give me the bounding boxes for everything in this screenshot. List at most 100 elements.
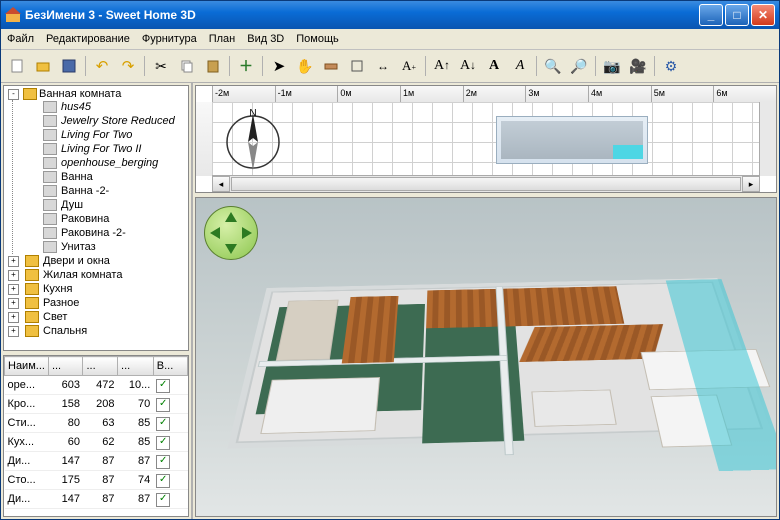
table-row[interactable]: оре...60347210...✓ xyxy=(5,376,188,395)
visible-checkbox[interactable]: ✓ xyxy=(156,493,170,507)
zoom-out-button[interactable]: 🔎 xyxy=(567,54,591,78)
menu-edit[interactable]: Редактирование xyxy=(46,33,130,45)
table-cell: ✓ xyxy=(153,414,187,433)
tree-item[interactable]: Ванна xyxy=(13,170,186,184)
save-button[interactable] xyxy=(57,54,81,78)
scroll-left-button[interactable]: ◂ xyxy=(212,176,230,192)
redo-button[interactable]: ↷ xyxy=(116,54,140,78)
plan-scroll-v[interactable] xyxy=(759,102,776,176)
expand-icon[interactable]: + xyxy=(8,326,19,337)
collapse-icon[interactable]: - xyxy=(8,89,19,100)
new-button[interactable] xyxy=(5,54,29,78)
wall-tool[interactable] xyxy=(319,54,343,78)
view-3d[interactable] xyxy=(195,197,777,517)
table-header[interactable]: В... xyxy=(153,357,187,376)
tree-item[interactable]: openhouse_berging xyxy=(13,156,186,170)
italic-button[interactable]: A xyxy=(508,54,532,78)
cut-button[interactable]: ✂ xyxy=(149,54,173,78)
tree-folder-label: Кухня xyxy=(43,283,72,295)
table-header[interactable]: Наим... xyxy=(5,357,49,376)
bold-button[interactable]: A xyxy=(482,54,506,78)
tree-folder[interactable]: +Жилая комната xyxy=(6,268,186,282)
scroll-right-button[interactable]: ▸ xyxy=(742,176,760,192)
tree-folder[interactable]: +Разное xyxy=(6,296,186,310)
expand-icon[interactable]: + xyxy=(8,270,19,281)
nav-up-icon[interactable] xyxy=(225,212,237,222)
expand-icon[interactable]: + xyxy=(8,298,19,309)
table-row[interactable]: Сти...806385✓ xyxy=(5,414,188,433)
tree-root[interactable]: - Ванная комната xyxy=(6,88,186,100)
tree-item[interactable]: Living For Two II xyxy=(13,142,186,156)
add-furn-button[interactable]: ＋ xyxy=(234,54,258,78)
nav-down-icon[interactable] xyxy=(225,244,237,254)
visible-checkbox[interactable]: ✓ xyxy=(156,379,170,393)
tree-folder[interactable]: +Свет xyxy=(6,310,186,324)
plan-view[interactable]: -2м-1м0м1м2м3м4м5м6м N ◂ ▸ xyxy=(195,85,777,193)
tree-item[interactable]: Унитаз xyxy=(13,240,186,254)
menu-help[interactable]: Помощь xyxy=(296,33,339,45)
prefs-button[interactable]: ⚙ xyxy=(659,54,683,78)
copy-button[interactable] xyxy=(175,54,199,78)
plan-mini-model[interactable] xyxy=(496,116,648,164)
nav-control[interactable] xyxy=(204,206,256,258)
zoom-in-button[interactable]: 🔍 xyxy=(541,54,565,78)
room-tool[interactable] xyxy=(345,54,369,78)
table-row[interactable]: Кух...606285✓ xyxy=(5,433,188,452)
menu-view3d[interactable]: Вид 3D xyxy=(247,33,284,45)
maximize-button[interactable]: □ xyxy=(725,4,749,26)
minimize-button[interactable]: _ xyxy=(699,4,723,26)
snapshot-button[interactable]: 📷 xyxy=(600,54,624,78)
table-header[interactable]: ... xyxy=(118,357,154,376)
table-row[interactable]: Ди...1478787✓ xyxy=(5,490,188,509)
tree-folder[interactable]: +Двери и окна xyxy=(6,254,186,268)
pan-tool[interactable]: ✋ xyxy=(293,54,317,78)
visible-checkbox[interactable]: ✓ xyxy=(156,436,170,450)
paste-button[interactable] xyxy=(201,54,225,78)
nav-left-icon[interactable] xyxy=(210,227,220,239)
furniture-tree[interactable]: - Ванная комната hus45Jewelry Store Redu… xyxy=(3,85,189,351)
close-button[interactable]: ✕ xyxy=(751,4,775,26)
table-header[interactable]: ... xyxy=(48,357,83,376)
table-row[interactable]: Сто...1758774✓ xyxy=(5,471,188,490)
nav-right-icon[interactable] xyxy=(242,227,252,239)
folder-icon xyxy=(25,255,39,267)
expand-icon[interactable]: + xyxy=(8,256,19,267)
tree-item[interactable]: Ванна -2- xyxy=(13,184,186,198)
tree-folder[interactable]: +Спальня xyxy=(6,324,186,338)
tree-folder[interactable]: + Кухня xyxy=(6,282,186,296)
menu-furniture[interactable]: Фурнитура xyxy=(142,33,197,45)
tree-item[interactable]: Раковина -2- xyxy=(13,226,186,240)
text-size-down[interactable]: A↓ xyxy=(456,54,480,78)
video-button[interactable]: 🎥 xyxy=(626,54,650,78)
select-tool[interactable]: ➤ xyxy=(267,54,291,78)
table-cell: ✓ xyxy=(153,395,187,414)
table-row[interactable]: Кро...15820870✓ xyxy=(5,395,188,414)
text-tool[interactable]: A+ xyxy=(397,54,421,78)
visible-checkbox[interactable]: ✓ xyxy=(156,474,170,488)
table-cell: 63 xyxy=(83,414,118,433)
expand-icon[interactable]: + xyxy=(8,312,19,323)
tree-item[interactable]: hus45 xyxy=(13,100,186,114)
room-icon xyxy=(349,58,365,74)
visible-checkbox[interactable]: ✓ xyxy=(156,455,170,469)
tree-item[interactable]: Раковина xyxy=(13,212,186,226)
tree-item[interactable]: Living For Two xyxy=(13,128,186,142)
visible-checkbox[interactable]: ✓ xyxy=(156,417,170,431)
table-row[interactable]: Ди...1478787✓ xyxy=(5,452,188,471)
menu-plan[interactable]: План xyxy=(209,33,236,45)
text-size-up[interactable]: A↑ xyxy=(430,54,454,78)
undo-button[interactable]: ↶ xyxy=(90,54,114,78)
plan-grid[interactable] xyxy=(212,102,760,176)
plan-scroll-h[interactable]: ◂ ▸ xyxy=(212,175,760,192)
tree-item[interactable]: Jewelry Store Reduced xyxy=(13,114,186,128)
visible-checkbox[interactable]: ✓ xyxy=(156,398,170,412)
furniture-table[interactable]: Наим............В... оре...60347210...✓ … xyxy=(3,355,189,517)
expand-icon[interactable]: + xyxy=(8,284,19,295)
dimension-tool[interactable]: ↔ xyxy=(371,54,395,78)
menu-file[interactable]: Файл xyxy=(7,33,34,45)
table-cell: 603 xyxy=(48,376,83,395)
table-header[interactable]: ... xyxy=(83,357,118,376)
tree-item[interactable]: Душ xyxy=(13,198,186,212)
open-button[interactable] xyxy=(31,54,55,78)
compass-icon[interactable]: N xyxy=(222,108,284,170)
